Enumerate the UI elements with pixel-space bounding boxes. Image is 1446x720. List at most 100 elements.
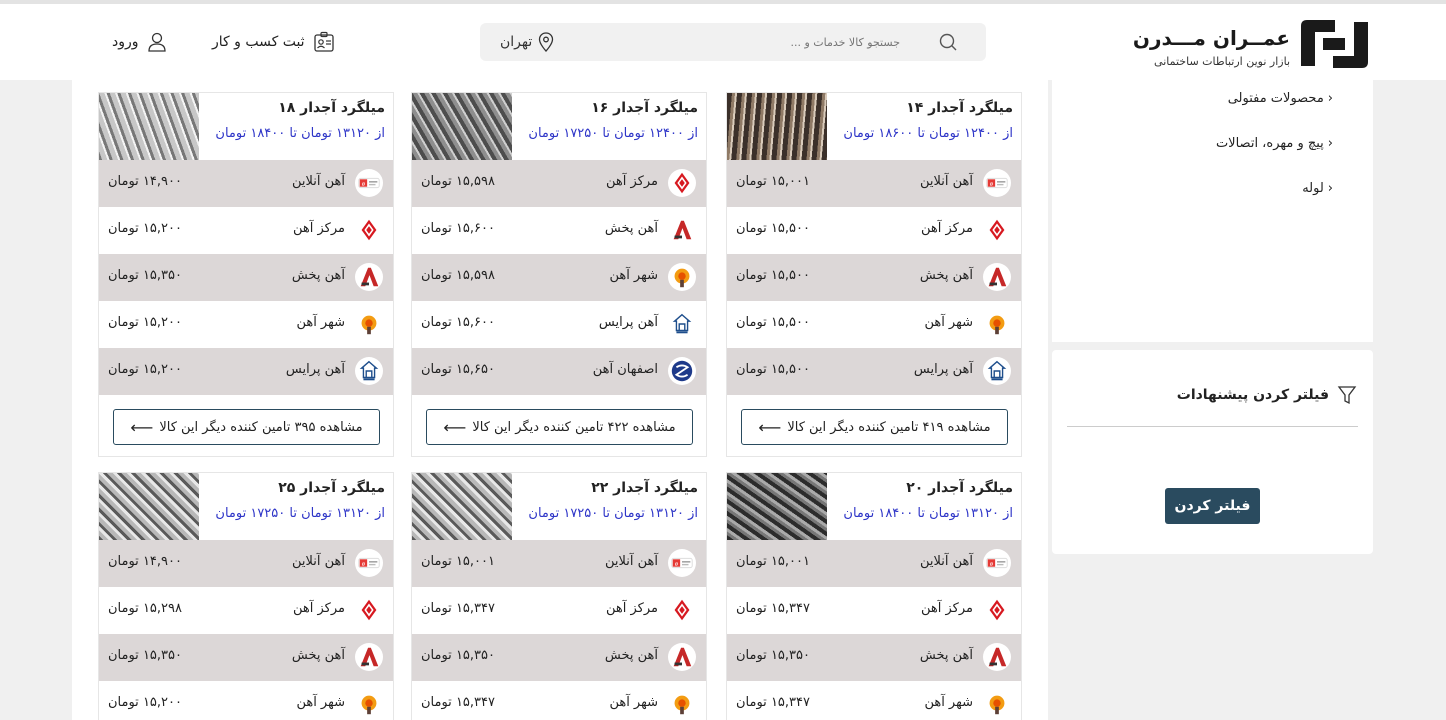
supplier-name: مرکز آهن (921, 601, 973, 616)
category-item-wire-products[interactable]: ‹ محصولات مفتولی (1228, 91, 1333, 106)
supplier-row[interactable]: ø آهن آنلاین ۱۴,۹۰۰ تومان (99, 160, 393, 207)
login-button[interactable]: ورود (112, 31, 167, 53)
supplier-row[interactable]: آهن پخش ۱۵,۶۰۰ تومان (412, 207, 706, 254)
chevron-icon: ‹ (1327, 181, 1333, 196)
supplier-row[interactable]: آهن پخش ۱۵,۳۵۰ تومان (412, 634, 706, 681)
supplier-row[interactable]: آهن پرایس ۱۵,۲۰۰ تومان (99, 348, 393, 395)
supplier-logo-icon (355, 596, 383, 624)
supplier-price: ۱۵,۳۵۰ تومان (108, 648, 182, 663)
supplier-logo-icon (983, 596, 1011, 624)
login-label: ورود (112, 34, 139, 50)
supplier-name: آهن پخش (291, 648, 345, 663)
register-business-button[interactable]: ثبت کسب و کار (212, 31, 335, 53)
supplier-row[interactable]: شهر آهن ۱۵,۵۰۰ تومان (727, 301, 1021, 348)
product-card-header[interactable]: میلگرد آجدار ۲۰ از ۱۳۱۲۰ تومان تا ۱۸۴۰۰ ت… (727, 473, 1021, 540)
product-price-range: از ۱۲۴۰۰ تومان تا ۱۷۲۵۰ تومان (528, 126, 698, 141)
supplier-row[interactable]: شهر آهن ۱۵,۳۴۷ تومان (727, 681, 1021, 720)
supplier-row[interactable]: مرکز آهن ۱۵,۳۴۷ تومان (727, 587, 1021, 634)
supplier-row[interactable]: مرکز آهن ۱۵,۳۴۷ تومان (412, 587, 706, 634)
supplier-row[interactable]: مرکز آهن ۱۵,۵۰۰ تومان (727, 207, 1021, 254)
product-image[interactable] (412, 473, 512, 540)
supplier-row[interactable]: آهن پرایس ۱۵,۵۰۰ تومان (727, 348, 1021, 395)
divider (1067, 426, 1358, 427)
product-card-header[interactable]: میلگرد آجدار ۱۶ از ۱۲۴۰۰ تومان تا ۱۷۲۵۰ ت… (412, 93, 706, 160)
supplier-logo-icon (983, 357, 1011, 385)
arrow-left-icon: ⟵ (130, 417, 154, 437)
supplier-row[interactable]: اصفهان آهن ۱۵,۶۵۰ تومان (412, 348, 706, 395)
category-item-pipes[interactable]: ‹ لوله (1302, 181, 1333, 196)
search-input[interactable] (700, 31, 900, 53)
supplier-row[interactable]: ø آهن آنلاین ۱۵,۰۰۱ تومان (412, 540, 706, 587)
product-card-header[interactable]: میلگرد آجدار ۲۲ از ۱۳۱۲۰ تومان تا ۱۷۲۵۰ ت… (412, 473, 706, 540)
product-card-header[interactable]: میلگرد آجدار ۱۸ از ۱۳۱۲۰ تومان تا ۱۸۴۰۰ ت… (99, 93, 393, 160)
product-image[interactable] (727, 93, 827, 160)
product-title[interactable]: میلگرد آجدار ۱۶ (591, 100, 698, 116)
supplier-row[interactable]: شهر آهن ۱۵,۲۰۰ تومان (99, 301, 393, 348)
product-image[interactable] (99, 93, 199, 160)
supplier-name: آهن پرایس (285, 362, 345, 377)
supplier-logo-icon (355, 263, 383, 291)
supplier-price: ۱۵,۲۰۰ تومان (108, 221, 182, 236)
chevron-icon: ‹ (1327, 91, 1333, 106)
search-icon[interactable] (938, 32, 958, 52)
supplier-row[interactable]: ø آهن آنلاین ۱۵,۰۰۱ تومان (727, 160, 1021, 207)
supplier-name: مرکز آهن (293, 601, 345, 616)
supplier-price: ۱۵,۰۰۱ تومان (736, 554, 810, 569)
product-title[interactable]: میلگرد آجدار ۲۵ (278, 480, 385, 496)
logo-subtitle: بازار نوین ارتباطات ساختمانی (1154, 55, 1290, 68)
view-more-label: مشاهده ۴۲۲ تامین کننده دیگر این کالا (472, 419, 676, 435)
supplier-row[interactable]: آهن پخش ۱۵,۵۰۰ تومان (727, 254, 1021, 301)
supplier-price: ۱۵,۰۰۱ تومان (421, 554, 495, 569)
supplier-name: مرکز آهن (606, 601, 658, 616)
logo-title: عمــران مـــدرن (1132, 26, 1290, 50)
supplier-logo-icon: ø (668, 549, 696, 577)
supplier-price: ۱۵,۵۹۸ تومان (421, 174, 495, 189)
product-title[interactable]: میلگرد آجدار ۲۲ (591, 480, 698, 496)
supplier-price: ۱۵,۳۴۷ تومان (736, 601, 810, 616)
supplier-row[interactable]: آهن پخش ۱۵,۳۵۰ تومان (727, 634, 1021, 681)
supplier-row[interactable]: مرکز آهن ۱۵,۵۹۸ تومان (412, 160, 706, 207)
supplier-price: ۱۵,۵۰۰ تومان (736, 268, 810, 283)
product-title[interactable]: میلگرد آجدار ۱۴ (906, 100, 1013, 116)
product-card-header[interactable]: میلگرد آجدار ۱۴ از ۱۲۴۰۰ تومان تا ۱۸۶۰۰ ت… (727, 93, 1021, 160)
svg-text:ø: ø (362, 561, 366, 567)
supplier-row[interactable]: شهر آهن ۱۵,۳۴۷ تومان (412, 681, 706, 720)
supplier-name: آهن پرایس (598, 315, 658, 330)
category-item-bolts-fittings[interactable]: ‹ پیچ و مهره، اتصالات (1216, 136, 1333, 151)
supplier-row[interactable]: آهن پخش ۱۵,۳۵۰ تومان (99, 254, 393, 301)
supplier-row[interactable]: آهن پرایس ۱۵,۶۰۰ تومان (412, 301, 706, 348)
filter-title-label: فیلتر کردن پیشنهادات (1176, 387, 1329, 403)
supplier-name: آهن پخش (919, 268, 973, 283)
supplier-price: ۱۵,۶۰۰ تومان (421, 221, 495, 236)
apply-filter-button[interactable]: فیلتر کردن (1165, 488, 1260, 524)
product-image[interactable] (412, 93, 512, 160)
product-title[interactable]: میلگرد آجدار ۲۰ (906, 480, 1013, 496)
supplier-price: ۱۵,۰۰۱ تومان (736, 174, 810, 189)
supplier-row[interactable]: آهن پخش ۱۵,۳۵۰ تومان (99, 634, 393, 681)
product-image[interactable] (99, 473, 199, 540)
supplier-logo-icon (355, 643, 383, 671)
supplier-row[interactable]: ø آهن آنلاین ۱۵,۰۰۱ تومان (727, 540, 1021, 587)
view-more-suppliers-button[interactable]: مشاهده ۴۱۹ تامین کننده دیگر این کالا ⟵ (741, 409, 1008, 445)
supplier-name: شهر آهن (609, 695, 658, 710)
view-more-suppliers-button[interactable]: مشاهده ۳۹۵ تامین کننده دیگر این کالا ⟵ (113, 409, 380, 445)
product-price-range: از ۱۳۱۲۰ تومان تا ۱۷۲۵۰ تومان (528, 506, 698, 521)
product-card-header[interactable]: میلگرد آجدار ۲۵ از ۱۳۱۲۰ تومان تا ۱۷۲۵۰ ت… (99, 473, 393, 540)
supplier-row[interactable]: مرکز آهن ۱۵,۲۰۰ تومان (99, 207, 393, 254)
supplier-name: اصفهان آهن (592, 362, 658, 377)
supplier-name: آهن پخش (604, 221, 658, 236)
supplier-row[interactable]: شهر آهن ۱۵,۵۹۸ تومان (412, 254, 706, 301)
site-logo[interactable]: عمــران مـــدرن بازار نوین ارتباطات ساخت… (1133, 18, 1372, 74)
view-more-suppliers-button[interactable]: مشاهده ۴۲۲ تامین کننده دیگر این کالا ⟵ (426, 409, 693, 445)
supplier-row[interactable]: ø آهن آنلاین ۱۴,۹۰۰ تومان (99, 540, 393, 587)
product-title[interactable]: میلگرد آجدار ۱۸ (278, 100, 385, 116)
supplier-name: آهن آنلاین (292, 174, 345, 189)
supplier-row[interactable]: شهر آهن ۱۵,۲۰۰ تومان (99, 681, 393, 720)
product-image[interactable] (727, 473, 827, 540)
view-more-label: مشاهده ۴۱۹ تامین کننده دیگر این کالا (787, 419, 991, 435)
supplier-name: شهر آهن (296, 315, 345, 330)
supplier-logo-icon (355, 216, 383, 244)
supplier-row[interactable]: مرکز آهن ۱۵,۲۹۸ تومان (99, 587, 393, 634)
arrow-left-icon: ⟵ (758, 417, 782, 437)
location-selector[interactable]: تهران (500, 32, 554, 52)
